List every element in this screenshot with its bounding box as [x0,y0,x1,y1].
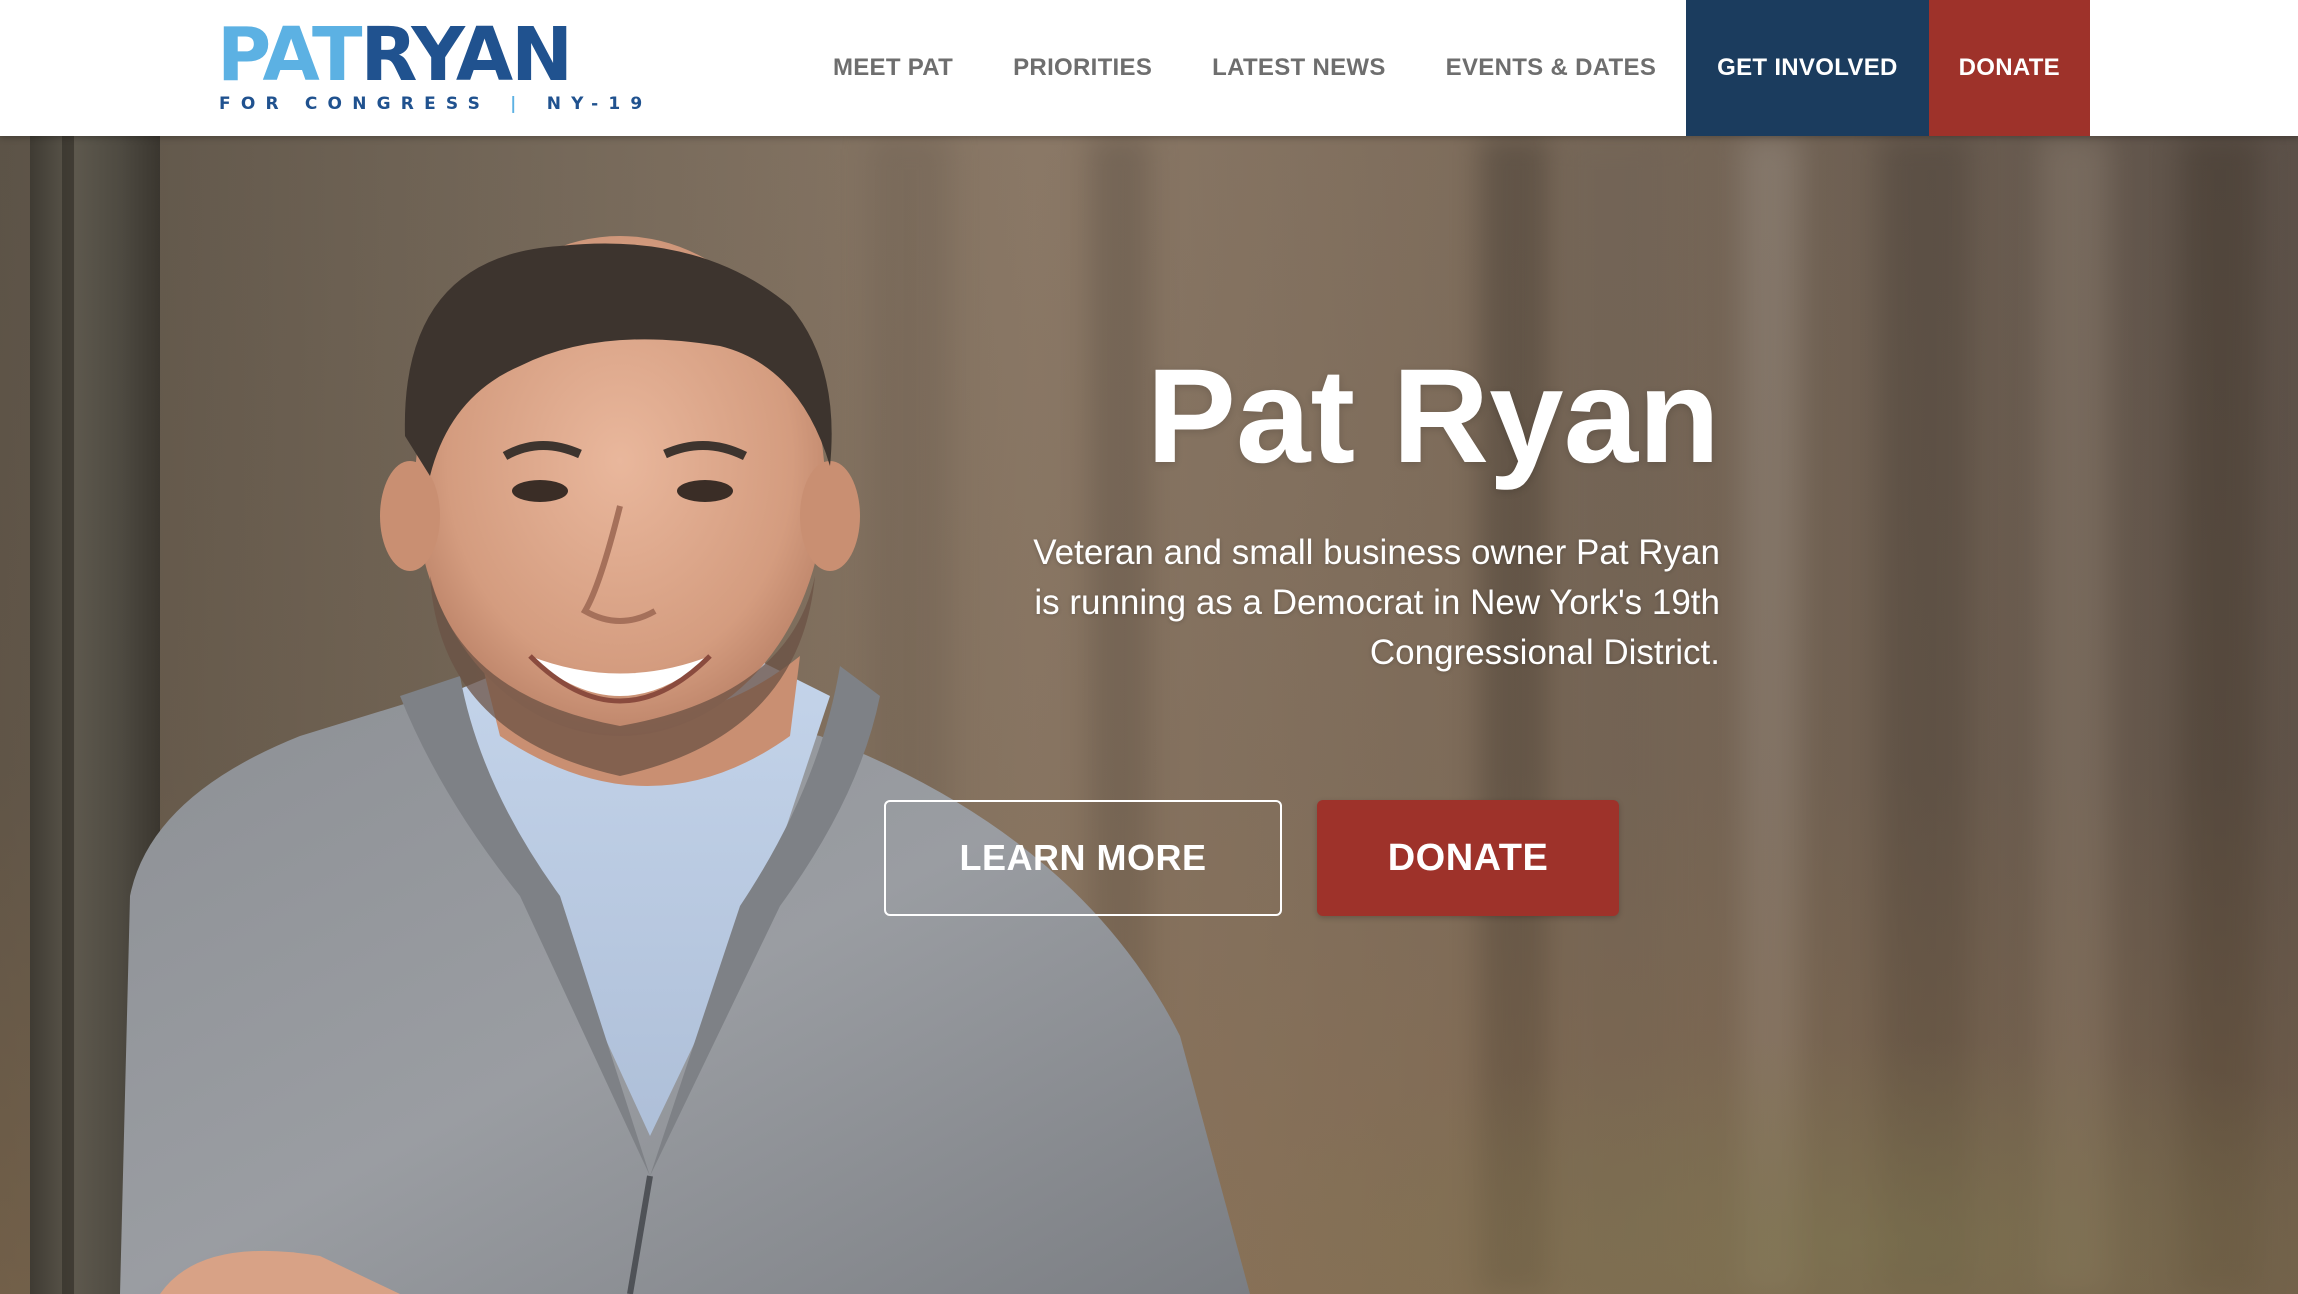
nav-events-dates[interactable]: EVENTS & DATES [1416,0,1686,136]
logo-last-name: RYAN [360,12,573,98]
site-logo[interactable]: PATRYAN FOR CONGRESS | NY-19 [217,18,642,118]
hero-section: Pat Ryan Veteran and small business owne… [0,136,2298,1294]
learn-more-button[interactable]: LEARN MORE [884,800,1282,916]
hero-title: Pat Ryan [1146,342,1720,491]
page: PATRYAN FOR CONGRESS | NY-19 MEET PAT PR… [0,0,2298,1294]
hero-subtitle: Veteran and small business owner Pat Rya… [1033,533,1720,672]
logo-tagline-right: NY-19 [546,94,653,114]
nav-meet-pat[interactable]: MEET PAT [803,0,983,136]
logo-tagline: FOR CONGRESS | NY-19 [219,94,652,114]
nav-latest-news[interactable]: LATEST NEWS [1182,0,1416,136]
nav-priorities[interactable]: PRIORITIES [983,0,1182,136]
nav-get-involved-button[interactable]: GET INVOLVED [1686,0,1929,136]
nav-donate-button[interactable]: DONATE [1928,0,2090,136]
hero-content: Pat Ryan Veteran and small business owne… [820,136,1720,1294]
hero-donate-button[interactable]: DONATE [1317,800,1619,916]
logo-tagline-separator: | [510,94,527,114]
logo-first-name: PAT [217,12,362,98]
logo-wordmark: PATRYAN [217,18,573,92]
main-nav: MEET PAT PRIORITIES LATEST NEWS EVENTS &… [803,0,2090,136]
site-header: PATRYAN FOR CONGRESS | NY-19 MEET PAT PR… [0,0,2298,136]
logo-tagline-left: FOR CONGRESS [219,94,491,114]
